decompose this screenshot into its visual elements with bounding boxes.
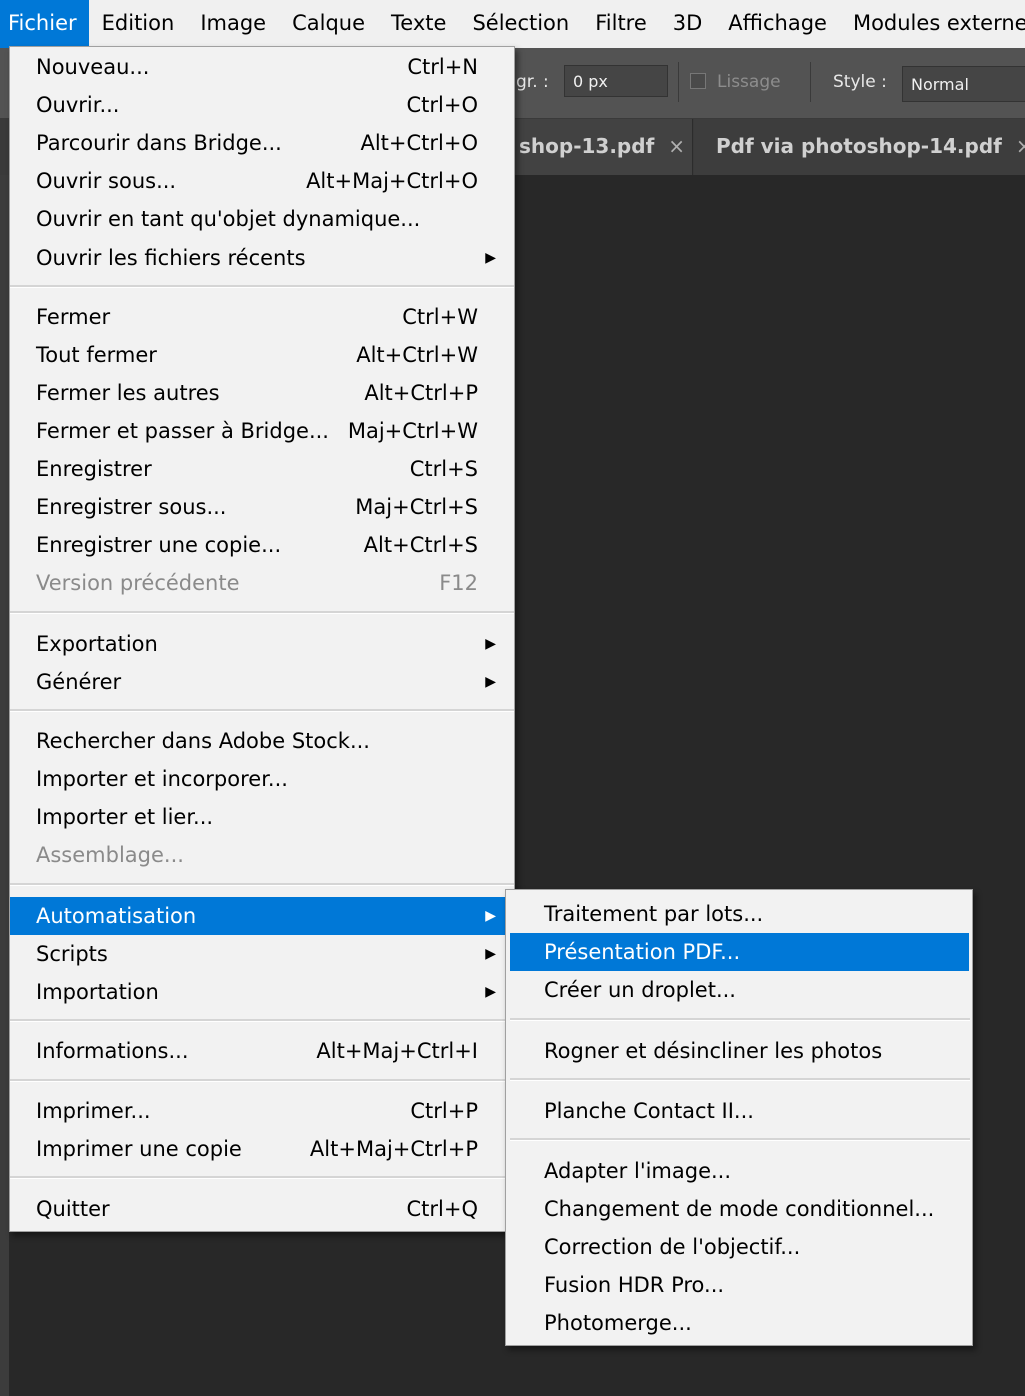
chevron-right-icon: ▶: [485, 946, 496, 962]
submenu-item-rogner-desincliner[interactable]: Rogner et désincliner les photos: [506, 1032, 972, 1070]
menu-item-tout-fermer[interactable]: Tout fermer Alt+Ctrl+W: [10, 336, 514, 374]
style-label: Style :: [833, 72, 887, 92]
menu-image[interactable]: Image: [187, 0, 279, 48]
menu-3d[interactable]: 3D: [660, 0, 716, 48]
style-select[interactable]: Normal: [902, 66, 1025, 102]
submenu-item-adapter-image[interactable]: Adapter l'image...: [506, 1152, 972, 1190]
menu-item-automatisation[interactable]: Automatisation ▶: [10, 897, 514, 935]
menu-modules-externes[interactable]: Modules externes: [840, 0, 1025, 48]
menu-item-fermer-bridge[interactable]: Fermer et passer à Bridge... Maj+Ctrl+W: [10, 412, 514, 450]
menu-item-informations[interactable]: Informations... Alt+Maj+Ctrl+I: [10, 1032, 514, 1070]
tab-label: shop-13.pdf: [519, 134, 655, 158]
chevron-right-icon: ▶: [485, 250, 496, 266]
close-icon[interactable]: ×: [668, 134, 685, 158]
tools-panel-edge: [0, 175, 9, 1396]
antialias-label: Lissage: [717, 72, 781, 92]
menu-filtre[interactable]: Filtre: [582, 0, 660, 48]
menu-separator: [510, 1138, 970, 1141]
tab-document-13[interactable]: shop-13.pdf ×: [505, 119, 693, 175]
menu-item-generer[interactable]: Générer ▶: [10, 663, 514, 701]
feather-label: gr. :: [516, 72, 549, 92]
menu-edition[interactable]: Edition: [89, 0, 188, 48]
menu-separator: [10, 1176, 514, 1179]
submenu-item-presentation-pdf[interactable]: Présentation PDF...: [510, 933, 969, 971]
menu-separator: [10, 611, 514, 614]
chevron-right-icon: ▶: [485, 674, 496, 690]
tab-label: Pdf via photoshop-14.pdf: [716, 134, 1002, 158]
menu-item-nouveau[interactable]: Nouveau... Ctrl+N: [10, 48, 514, 86]
chevron-right-icon: ▶: [485, 984, 496, 1000]
file-menu: Nouveau... Ctrl+N Ouvrir... Ctrl+O Parcour…: [9, 46, 515, 1232]
menu-item-fichiers-recents[interactable]: Ouvrir les fichiers récents ▶: [10, 239, 514, 277]
menu-separator: [10, 709, 514, 712]
menu-selection[interactable]: Sélection: [459, 0, 582, 48]
tab-document-14[interactable]: Pdf via photoshop-14.pdf ×: [694, 119, 1025, 175]
menu-fichier[interactable]: Fichier: [0, 0, 89, 48]
submenu-item-correction-objectif[interactable]: Correction de l'objectif...: [506, 1228, 972, 1266]
options-separator: [810, 62, 811, 102]
submenu-item-traitement-lots[interactable]: Traitement par lots...: [506, 895, 972, 933]
automation-submenu: Traitement par lots... Présentation PDF.…: [505, 889, 973, 1346]
menu-item-exportation[interactable]: Exportation ▶: [10, 625, 514, 663]
submenu-item-photomerge[interactable]: Photomerge...: [506, 1304, 972, 1342]
submenu-item-planche-contact[interactable]: Planche Contact II...: [506, 1092, 972, 1130]
submenu-item-changement-mode[interactable]: Changement de mode conditionnel...: [506, 1190, 972, 1228]
menu-item-ouvrir-objet-dynamique[interactable]: Ouvrir en tant qu'objet dynamique...: [10, 200, 514, 238]
menu-item-ouvrir[interactable]: Ouvrir... Ctrl+O: [10, 86, 514, 124]
options-separator: [678, 62, 679, 102]
menu-item-scripts[interactable]: Scripts ▶: [10, 935, 514, 973]
menu-item-imprimer[interactable]: Imprimer... Ctrl+P: [10, 1092, 514, 1130]
menu-item-adobe-stock[interactable]: Rechercher dans Adobe Stock...: [10, 722, 514, 760]
menu-separator: [510, 1018, 970, 1021]
menu-texte[interactable]: Texte: [378, 0, 459, 48]
menu-separator: [510, 1078, 970, 1081]
menu-affichage[interactable]: Affichage: [715, 0, 840, 48]
close-icon[interactable]: ×: [1016, 134, 1025, 158]
menu-separator: [10, 883, 514, 886]
menu-item-parcourir-bridge[interactable]: Parcourir dans Bridge... Alt+Ctrl+O: [10, 124, 514, 162]
menu-separator: [10, 1019, 514, 1022]
antialias-checkbox[interactable]: [690, 73, 706, 89]
menu-item-ouvrir-sous[interactable]: Ouvrir sous... Alt+Maj+Ctrl+O: [10, 162, 514, 200]
feather-input[interactable]: 0 px: [564, 65, 668, 97]
menu-bar: Fichier Edition Image Calque Texte Sélec…: [0, 0, 1025, 48]
submenu-item-fusion-hdr[interactable]: Fusion HDR Pro...: [506, 1266, 972, 1304]
menu-item-fermer[interactable]: Fermer Ctrl+W: [10, 298, 514, 336]
menu-item-fermer-autres[interactable]: Fermer les autres Alt+Ctrl+P: [10, 374, 514, 412]
menu-item-version-precedente: Version précédente F12: [36, 571, 478, 595]
menu-item-enregistrer-sous[interactable]: Enregistrer sous... Maj+Ctrl+S: [10, 488, 514, 526]
menu-item-quitter[interactable]: Quitter Ctrl+Q: [10, 1190, 514, 1228]
menu-item-assemblage: Assemblage...: [36, 843, 184, 867]
submenu-item-creer-droplet[interactable]: Créer un droplet...: [506, 971, 972, 1009]
menu-item-importation[interactable]: Importation ▶: [10, 973, 514, 1011]
menu-calque[interactable]: Calque: [279, 0, 378, 48]
menu-item-importer-incorporer[interactable]: Importer et incorporer...: [10, 760, 514, 798]
chevron-right-icon: ▶: [485, 636, 496, 652]
menu-separator: [10, 1079, 514, 1082]
menu-item-enregistrer[interactable]: Enregistrer Ctrl+S: [10, 450, 514, 488]
menu-item-importer-lier[interactable]: Importer et lier...: [10, 798, 514, 836]
menu-item-enregistrer-copie[interactable]: Enregistrer une copie... Alt+Ctrl+S: [10, 526, 514, 564]
chevron-right-icon: ▶: [485, 908, 496, 924]
menu-separator: [10, 285, 514, 288]
menu-item-imprimer-copie[interactable]: Imprimer une copie Alt+Maj+Ctrl+P: [10, 1130, 514, 1168]
